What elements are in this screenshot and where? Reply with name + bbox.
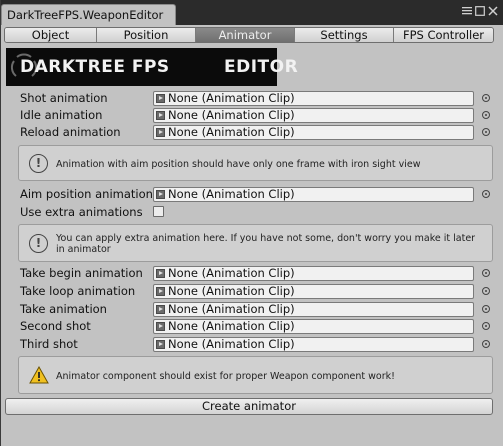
object-picker-icon[interactable]	[482, 287, 490, 295]
animation-clip-icon	[156, 128, 165, 137]
animation-clip-field[interactable]: None (Animation Clip)	[153, 125, 474, 140]
info-icon: !	[29, 234, 48, 253]
field-row: Take animation None (Animation Clip)	[1, 302, 503, 318]
animation-clip-icon	[156, 340, 165, 349]
field-label: Aim position animation	[20, 187, 153, 201]
window-controls	[462, 5, 498, 19]
tab-object[interactable]: Object	[5, 28, 97, 42]
title-bar: DarkTreeFPS.WeaponEditor	[1, 0, 503, 25]
animation-clip-field[interactable]: None (Animation Clip)	[153, 91, 474, 106]
animation-clip-field[interactable]: None (Animation Clip)	[153, 284, 474, 299]
field-value: None (Animation Clip)	[168, 284, 295, 298]
field-label: Shot animation	[20, 91, 108, 105]
create-animator-button[interactable]: Create animator	[5, 398, 493, 415]
field-row: Shot animation None (Animation Clip)	[1, 91, 503, 107]
field-value: None (Animation Clip)	[168, 108, 295, 122]
object-picker-icon[interactable]	[482, 94, 490, 102]
animation-clip-field[interactable]: None (Animation Clip)	[153, 187, 474, 202]
menu-icon[interactable]	[462, 6, 472, 18]
toggle-label: Use extra animations	[20, 205, 143, 219]
tab-settings[interactable]: Settings	[295, 28, 394, 42]
editor-tab-bar: Object Position Animator Settings FPS Co…	[4, 27, 494, 43]
field-label: Take animation	[20, 302, 107, 316]
field-label: Take begin animation	[20, 266, 143, 280]
weapon-editor-window: DarkTreeFPS.WeaponEditor Object Position…	[0, 0, 503, 446]
window-tab[interactable]: DarkTreeFPS.WeaponEditor	[1, 4, 176, 25]
help-text-line1: You can apply extra animation here. If y…	[56, 233, 476, 244]
object-picker-icon[interactable]	[482, 111, 490, 119]
help-text: Animation with aim position should have …	[56, 159, 421, 170]
animation-clip-icon	[156, 287, 165, 296]
field-value: None (Animation Clip)	[168, 187, 295, 201]
close-icon[interactable]	[488, 5, 498, 19]
field-value: None (Animation Clip)	[168, 302, 295, 316]
animation-clip-icon	[156, 269, 165, 278]
field-row: Aim position animation None (Animation C…	[1, 187, 503, 203]
animation-clip-field[interactable]: None (Animation Clip)	[153, 319, 474, 334]
animation-clip-icon	[156, 190, 165, 199]
field-value: None (Animation Clip)	[168, 266, 295, 280]
toggle-row: Use extra animations	[1, 205, 503, 221]
info-icon: !	[29, 154, 48, 173]
object-picker-icon[interactable]	[482, 269, 490, 277]
tab-position[interactable]: Position	[97, 28, 196, 42]
animation-clip-field[interactable]: None (Animation Clip)	[153, 302, 474, 317]
field-row: Reload animation None (Animation Clip)	[1, 125, 503, 141]
field-label: Second shot	[20, 319, 91, 333]
field-label: Idle animation	[20, 108, 103, 122]
field-row: Take begin animation None (Animation Cli…	[1, 266, 503, 282]
field-row: Idle animation None (Animation Clip)	[1, 108, 503, 124]
field-label: Reload animation	[20, 125, 121, 139]
warning-text: Animator component should exist for prop…	[56, 371, 395, 382]
object-picker-icon[interactable]	[482, 322, 490, 330]
animation-clip-icon	[156, 111, 165, 120]
field-label: Take loop animation	[20, 284, 136, 298]
object-picker-icon[interactable]	[482, 305, 490, 313]
field-row: Second shot None (Animation Clip)	[1, 319, 503, 335]
field-value: None (Animation Clip)	[168, 91, 295, 105]
field-value: None (Animation Clip)	[168, 319, 295, 333]
warning-help-box: Animator component should exist for prop…	[18, 356, 493, 394]
info-help-box: ! You can apply extra animation here. If…	[18, 224, 493, 262]
animation-clip-field[interactable]: None (Animation Clip)	[153, 108, 474, 123]
field-row: Take loop animation None (Animation Clip…	[1, 284, 503, 300]
animation-clip-icon	[156, 94, 165, 103]
banner-title: DARKTREE FPS	[20, 57, 170, 77]
object-picker-icon[interactable]	[482, 190, 490, 198]
object-picker-icon[interactable]	[482, 340, 490, 348]
field-label: Third shot	[20, 337, 78, 351]
animation-clip-icon	[156, 322, 165, 331]
tab-fps-controller[interactable]: FPS Controller	[394, 28, 493, 42]
animation-clip-field[interactable]: None (Animation Clip)	[153, 266, 474, 281]
help-text-line2: in animator	[56, 244, 111, 255]
editor-banner: DARKTREE FPS EDITOR	[6, 48, 298, 86]
info-help-box: ! Animation with aim position should hav…	[18, 145, 493, 181]
use-extra-animations-checkbox[interactable]	[153, 206, 164, 217]
animation-clip-field[interactable]: None (Animation Clip)	[153, 337, 474, 352]
field-value: None (Animation Clip)	[168, 337, 295, 351]
warning-icon	[29, 366, 49, 384]
field-value: None (Animation Clip)	[168, 125, 295, 139]
banner-subtitle: EDITOR	[224, 57, 299, 77]
field-row: Third shot None (Animation Clip)	[1, 337, 503, 353]
animation-clip-icon	[156, 305, 165, 314]
tab-animator[interactable]: Animator	[196, 28, 295, 42]
maximize-icon[interactable]	[475, 5, 485, 19]
object-picker-icon[interactable]	[482, 128, 490, 136]
